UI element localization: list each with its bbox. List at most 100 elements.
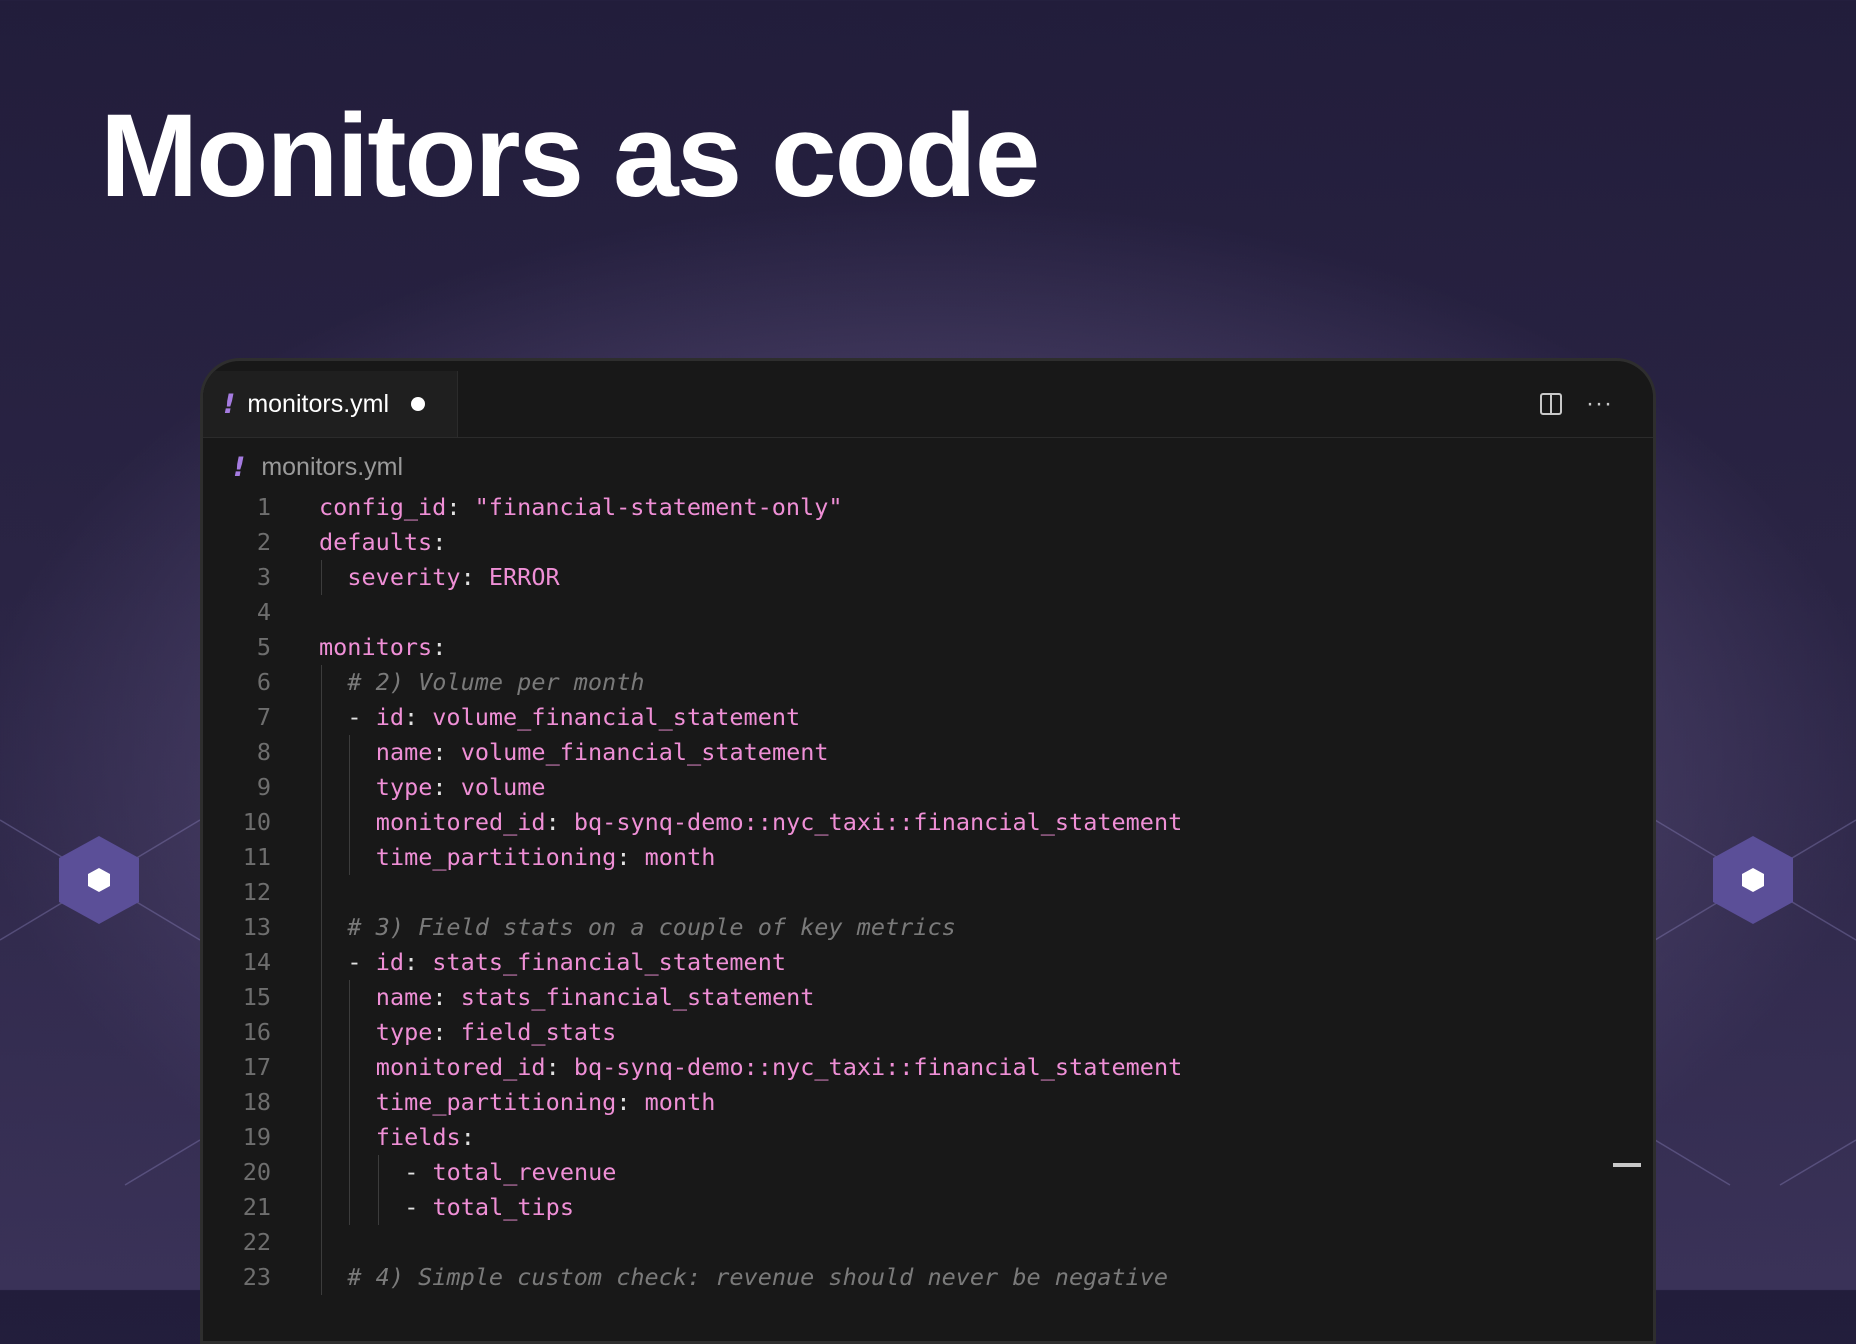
code-token: - bbox=[404, 1193, 433, 1221]
code-token: : bbox=[432, 1018, 461, 1046]
indent-guide bbox=[321, 945, 322, 980]
indent-guide bbox=[321, 1155, 322, 1190]
code-token: time_partitioning bbox=[375, 1088, 617, 1116]
code-token: : bbox=[460, 563, 489, 591]
code-token: id bbox=[375, 948, 404, 976]
code-line[interactable]: 18 time_partitioning: month bbox=[203, 1085, 1653, 1120]
line-number: 9 bbox=[256, 773, 271, 801]
indent-guide bbox=[321, 840, 322, 875]
code-token: : bbox=[616, 1088, 645, 1116]
indent-guide bbox=[349, 770, 351, 805]
code-line[interactable]: 13 # 3) Field stats on a couple of key me… bbox=[203, 910, 1653, 945]
code-line[interactable]: 21 - total_tips bbox=[203, 1190, 1653, 1225]
indent-guide bbox=[321, 665, 322, 700]
code-line[interactable]: 3 severity: ERROR bbox=[203, 560, 1653, 595]
code-line[interactable]: 10 monitored_id: bq-synq-demo::nyc_taxi::… bbox=[203, 805, 1653, 840]
indent-guide bbox=[349, 1085, 351, 1120]
code-line[interactable]: 2 defaults: bbox=[203, 525, 1653, 560]
indent-guide bbox=[349, 1190, 351, 1225]
split-editor-icon[interactable] bbox=[1540, 393, 1563, 415]
code-content: severity: ERROR bbox=[347, 560, 559, 595]
line-number: 2 bbox=[256, 528, 271, 556]
code-line[interactable]: 22 bbox=[203, 1225, 1653, 1260]
code-token: total_tips bbox=[432, 1193, 574, 1221]
code-token: config_id bbox=[319, 493, 447, 521]
more-actions-icon[interactable]: ··· bbox=[1586, 392, 1613, 416]
code-token: : bbox=[403, 948, 433, 976]
indent-guide bbox=[349, 1155, 351, 1190]
code-token: - bbox=[347, 703, 376, 731]
code-line[interactable]: 7 - id: volume_financial_statement bbox=[203, 700, 1653, 735]
line-number: 21 bbox=[242, 1193, 271, 1221]
scrollbar-marker[interactable] bbox=[1613, 1163, 1641, 1167]
code-token: volume_financial_statement bbox=[460, 738, 829, 766]
code-line[interactable]: 19 fields: bbox=[203, 1120, 1653, 1155]
line-number: 22 bbox=[242, 1228, 271, 1256]
code-content: monitors: bbox=[319, 630, 446, 665]
code-content: name: volume_financial_statement bbox=[376, 735, 829, 770]
code-token: fields bbox=[375, 1123, 461, 1151]
code-line[interactable]: 6 # 2) Volume per month bbox=[203, 665, 1653, 700]
code-content: time_partitioning: month bbox=[376, 1085, 716, 1120]
code-content: type: field_stats bbox=[376, 1015, 617, 1050]
code-token: - bbox=[404, 1158, 433, 1186]
code-token: field_stats bbox=[460, 1018, 617, 1046]
breadcrumb[interactable]: ! monitors.yml bbox=[233, 447, 403, 487]
code-token: volume_financial_statement bbox=[432, 703, 801, 731]
code-line[interactable]: 8 name: volume_financial_statement bbox=[203, 735, 1653, 770]
code-content: monitored_id: bq-synq-demo::nyc_taxi::fi… bbox=[376, 805, 1182, 840]
code-token: - bbox=[347, 948, 376, 976]
code-line[interactable]: 12 bbox=[203, 875, 1653, 910]
code-line[interactable]: 14 - id: stats_financial_statement bbox=[203, 945, 1653, 980]
code-content: name: stats_financial_statement bbox=[376, 980, 815, 1015]
code-token: monitored_id bbox=[375, 808, 546, 836]
code-token: : bbox=[432, 528, 447, 556]
unsaved-dot-icon[interactable] bbox=[411, 397, 426, 411]
code-content: # 3) Field stats on a couple of key metr… bbox=[347, 910, 955, 945]
line-number: 16 bbox=[242, 1018, 271, 1046]
code-content: - total_tips bbox=[404, 1190, 574, 1225]
line-number: 8 bbox=[256, 738, 271, 766]
code-line[interactable]: 1 config_id: "financial-statement-only" bbox=[203, 490, 1653, 525]
code-token: month bbox=[644, 843, 716, 871]
code-token: : bbox=[616, 843, 645, 871]
code-token: month bbox=[644, 1088, 716, 1116]
line-number: 12 bbox=[242, 878, 271, 906]
code-token: : bbox=[545, 808, 574, 836]
code-token: : bbox=[432, 633, 447, 661]
breadcrumb-label: monitors.yml bbox=[261, 452, 404, 481]
code-token: volume bbox=[460, 773, 546, 801]
code-line[interactable]: 15 name: stats_financial_statement bbox=[203, 980, 1653, 1015]
indent-guide bbox=[321, 560, 322, 595]
indent-guide bbox=[377, 1155, 379, 1190]
code-token: bq-synq-demo::nyc_taxi::financial_statem… bbox=[573, 1053, 1183, 1081]
code-line[interactable]: 16 type: field_stats bbox=[203, 1015, 1653, 1050]
tab-actions: ··· bbox=[1540, 371, 1613, 437]
code-line[interactable]: 5 monitors: bbox=[203, 630, 1653, 665]
line-number: 20 bbox=[242, 1158, 271, 1186]
code-editor[interactable]: 1 config_id: "financial-statement-only" 2 d… bbox=[203, 490, 1653, 1295]
code-content: monitored_id: bq-synq-demo::nyc_taxi::fi… bbox=[376, 1050, 1182, 1085]
indent-guide bbox=[321, 875, 322, 910]
code-line[interactable]: 17 monitored_id: bq-synq-demo::nyc_taxi::… bbox=[203, 1050, 1653, 1085]
indent-guide bbox=[349, 1050, 351, 1085]
indent-guide bbox=[321, 910, 322, 945]
code-line[interactable]: 20 - total_revenue bbox=[203, 1155, 1653, 1190]
exclamation-yaml-icon: ! bbox=[233, 451, 246, 483]
indent-guide bbox=[321, 980, 322, 1015]
code-token: stats_financial_statement bbox=[432, 948, 786, 976]
line-number: 3 bbox=[256, 563, 271, 591]
code-line[interactable]: 4 bbox=[203, 595, 1653, 630]
indent-guide bbox=[321, 805, 322, 840]
code-line[interactable]: 11 time_partitioning: month bbox=[203, 840, 1653, 875]
tab-bar: ! monitors.yml ··· bbox=[203, 371, 1653, 438]
line-number: 17 bbox=[242, 1053, 271, 1081]
tab-monitors-yml[interactable]: ! monitors.yml bbox=[203, 371, 458, 437]
hexagon-inner-icon bbox=[88, 868, 110, 892]
indent-guide bbox=[349, 735, 351, 770]
code-token: defaults bbox=[319, 528, 433, 556]
code-line[interactable]: 9 type: volume bbox=[203, 770, 1653, 805]
line-number: 10 bbox=[242, 808, 271, 836]
line-number: 13 bbox=[242, 913, 271, 941]
code-token: : bbox=[432, 983, 461, 1011]
